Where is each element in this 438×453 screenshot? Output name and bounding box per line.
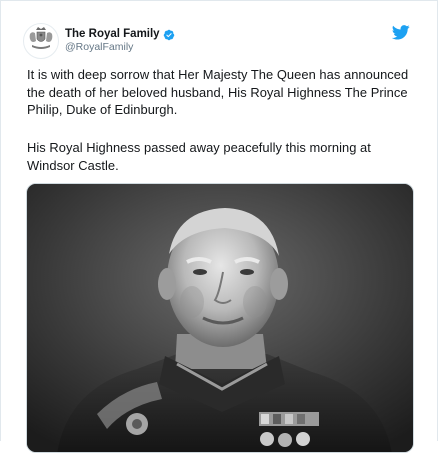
tweet-photo[interactable] (26, 183, 414, 453)
avatar[interactable] (23, 23, 59, 59)
verified-badge-icon (163, 29, 175, 41)
handle[interactable]: @RoyalFamily (65, 41, 175, 54)
account-names: The Royal Family @RoyalFamily (65, 28, 175, 54)
tweet-header: The Royal Family @RoyalFamily (23, 23, 175, 59)
display-name[interactable]: The Royal Family (65, 28, 160, 41)
twitter-bird-icon[interactable] (391, 25, 410, 40)
tweet-text-paragraph-2: His Royal Highness passed away peacefull… (27, 140, 371, 173)
tweet-card: The Royal Family @RoyalFamily It is with… (0, 0, 438, 453)
tweet-text-paragraph-1: It is with deep sorrow that Her Majesty … (27, 67, 409, 117)
royal-crest-icon (26, 24, 56, 58)
